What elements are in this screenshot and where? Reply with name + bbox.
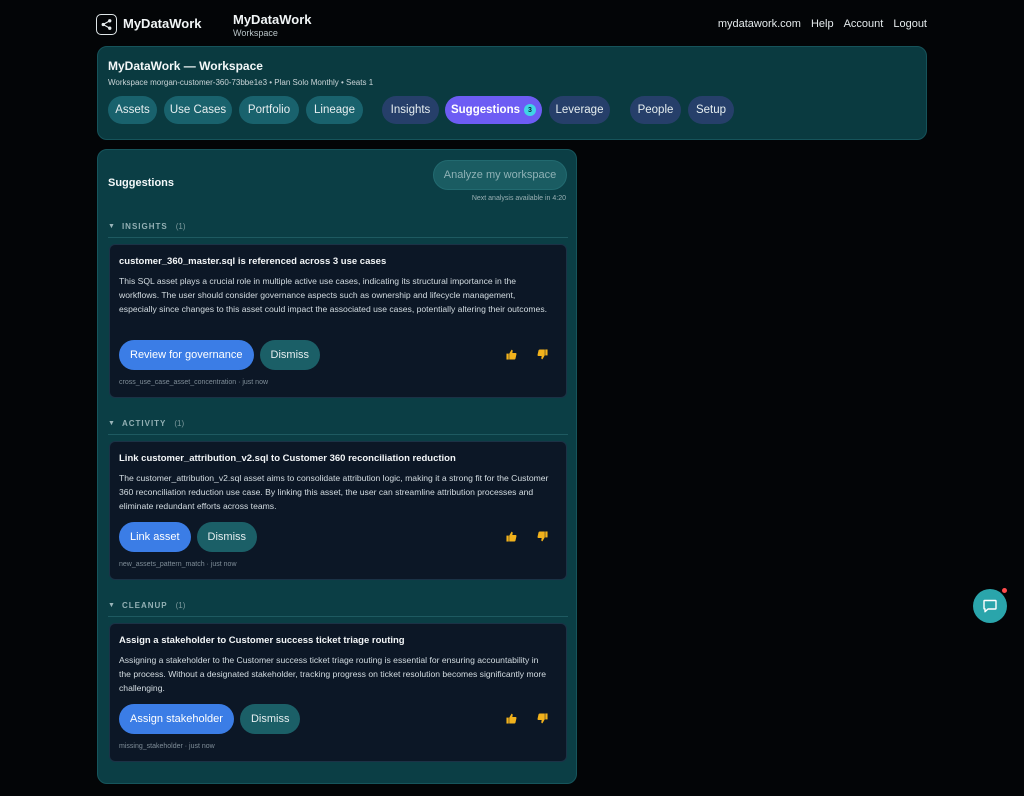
chat-bubble-icon — [983, 599, 997, 613]
review-for-governance-button[interactable]: Review for governance — [119, 340, 254, 370]
dismiss-button[interactable]: Dismiss — [196, 522, 258, 552]
brand-name[interactable]: MyDataWork — [123, 16, 202, 31]
card-body: The customer_attribution_v2.sql asset ai… — [119, 473, 549, 511]
tab-assets[interactable]: Assets — [108, 96, 157, 124]
tab-setup[interactable]: Setup — [688, 96, 734, 124]
suggestions-count-badge: 3 — [524, 104, 536, 116]
section-activity-header[interactable]: ▼ ACTIVITY (1) — [108, 416, 568, 430]
card-title: Link customer_attribution_v2.sql to Cust… — [119, 453, 456, 464]
thumbs-up-icon[interactable] — [506, 713, 517, 724]
card-body: This SQL asset plays a crucial role in m… — [119, 276, 548, 314]
caret-down-icon: ▼ — [108, 419, 116, 427]
tab-insights[interactable]: Insights — [382, 96, 439, 124]
section-count: (1) — [175, 600, 186, 610]
dismiss-button[interactable]: Dismiss — [239, 704, 301, 734]
notification-dot — [1002, 588, 1007, 593]
top-nav: mydatawork.com Help Account Logout — [718, 18, 927, 30]
analyze-workspace-button[interactable]: Analyze my workspace — [433, 160, 567, 190]
card-body: Assigning a stakeholder to the Customer … — [119, 655, 547, 693]
tab-label: Portfolio — [247, 104, 291, 116]
workspace-header: MyDataWork — Workspace Workspace morgan-… — [97, 46, 927, 140]
suggestions-title: Suggestions — [108, 177, 175, 189]
section-name: CLEANUP — [121, 600, 168, 610]
tab-label: Insights — [390, 104, 431, 116]
tab-label: Assets — [115, 104, 150, 116]
tab-label: Suggestions — [450, 104, 520, 116]
share-logo-icon — [96, 14, 117, 35]
thumbs-up-icon[interactable] — [506, 349, 517, 360]
link-asset-button[interactable]: Link asset — [119, 522, 191, 552]
suggestion-card: Link customer_attribution_v2.sql to Cust… — [109, 441, 567, 580]
tab-portfolio[interactable]: Portfolio — [239, 96, 299, 124]
thumbs-up-icon[interactable] — [506, 531, 517, 542]
tab-lineage[interactable]: Lineage — [306, 96, 363, 124]
tab-people[interactable]: People — [630, 96, 681, 124]
feedback-buttons — [506, 349, 548, 360]
card-footer: missing_stakeholder · just now — [119, 743, 215, 750]
section-count: (1) — [174, 418, 185, 428]
section-name: INSIGHTS — [121, 221, 168, 231]
section-divider — [108, 237, 568, 238]
top-bar: MyDataWork MyDataWork Workspace mydatawo… — [0, 0, 1024, 46]
tab-label: Setup — [695, 104, 727, 116]
tab-leverage[interactable]: Leverage — [549, 96, 610, 124]
workspace-title: MyDataWork — [233, 12, 312, 27]
thumbs-down-icon[interactable] — [537, 713, 548, 724]
card-title: customer_360_master.sql is referenced ac… — [119, 256, 387, 267]
card-actions: Review for governance Dismiss — [119, 340, 321, 370]
feedback-buttons — [506, 531, 548, 542]
assign-stakeholder-button[interactable]: Assign stakeholder — [119, 704, 234, 734]
caret-down-icon: ▼ — [108, 601, 116, 609]
suggestion-card: Assign a stakeholder to Customer success… — [109, 623, 567, 762]
thumbs-down-icon[interactable] — [537, 531, 548, 542]
workspace-meta: Workspace morgan-customer-360-73bbe1e3 •… — [108, 78, 374, 87]
dismiss-button[interactable]: Dismiss — [259, 340, 321, 370]
thumbs-down-icon[interactable] — [537, 349, 548, 360]
section-cleanup-header[interactable]: ▼ CLEANUP (1) — [108, 598, 568, 612]
chat-button[interactable] — [973, 589, 1007, 623]
caret-down-icon: ▼ — [108, 222, 116, 230]
nav-link-site[interactable]: mydatawork.com — [718, 18, 801, 30]
section-insights-header[interactable]: ▼ INSIGHTS (1) — [108, 219, 568, 233]
next-analysis-note: Next analysis available in 4:20 — [471, 195, 566, 202]
card-actions: Assign stakeholder Dismiss — [119, 704, 301, 734]
section-count: (1) — [175, 221, 186, 231]
nav-link-account[interactable]: Account — [844, 18, 884, 30]
card-title: Assign a stakeholder to Customer success… — [119, 635, 405, 646]
nav-link-help[interactable]: Help — [811, 18, 834, 30]
page-title: MyDataWork — Workspace — [108, 59, 263, 73]
section-divider — [108, 434, 568, 435]
suggestions-panel: Suggestions Analyze my workspace Next an… — [97, 149, 577, 784]
tab-label: Lineage — [314, 104, 355, 116]
section-divider — [108, 616, 568, 617]
tab-label: Leverage — [555, 104, 604, 116]
workspace-subtitle: Workspace — [233, 28, 278, 38]
card-footer: new_assets_pattern_match · just now — [119, 561, 237, 568]
tab-suggestions[interactable]: Suggestions 3 — [445, 96, 542, 124]
card-actions: Link asset Dismiss — [119, 522, 258, 552]
feedback-buttons — [506, 713, 548, 724]
tab-label: People — [637, 104, 674, 116]
nav-link-logout[interactable]: Logout — [893, 18, 927, 30]
suggestion-card: customer_360_master.sql is referenced ac… — [109, 244, 567, 398]
section-name: ACTIVITY — [121, 418, 167, 428]
card-footer: cross_use_case_asset_concentration · jus… — [119, 379, 269, 386]
tab-use-cases[interactable]: Use Cases — [164, 96, 232, 124]
tab-label: Use Cases — [169, 104, 227, 116]
